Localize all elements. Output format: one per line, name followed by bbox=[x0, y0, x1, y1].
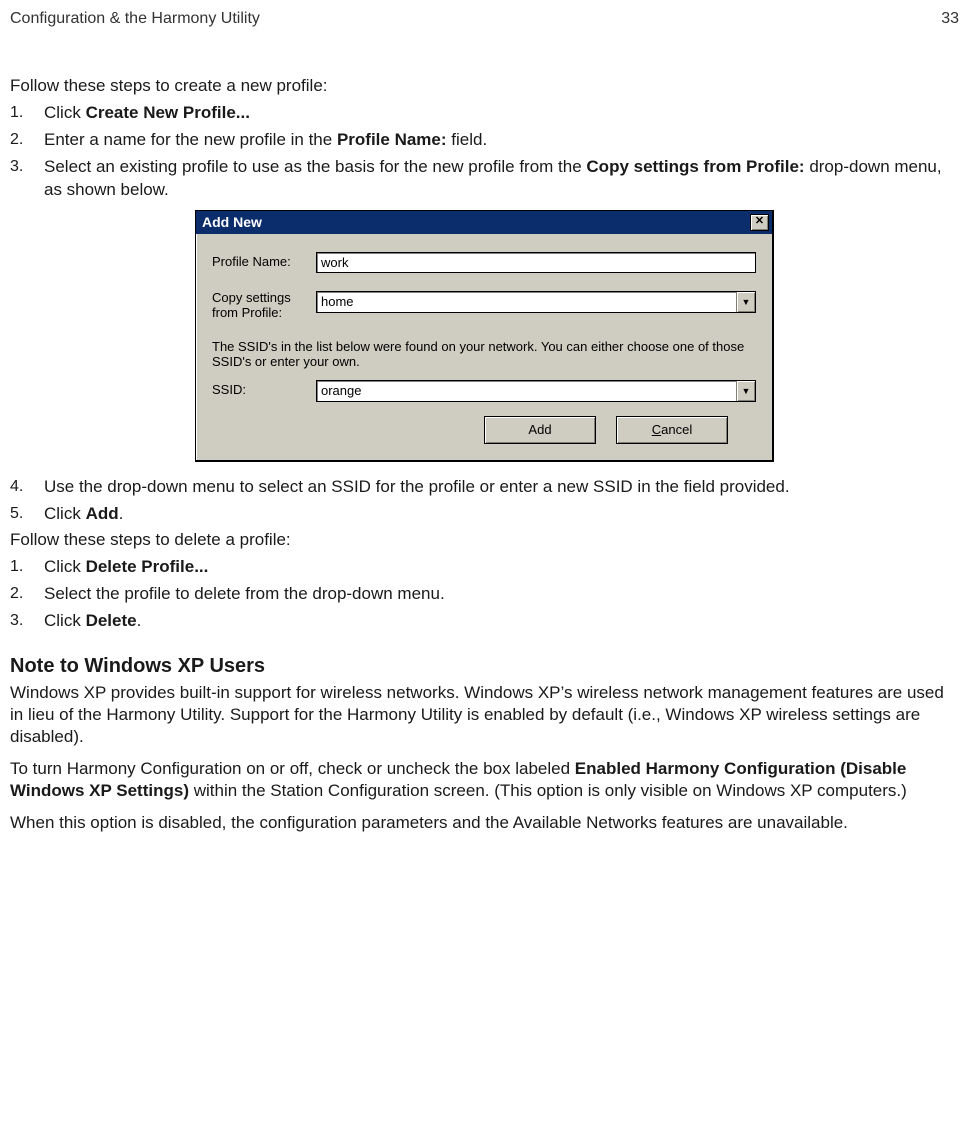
cancel-button-accel: C bbox=[652, 422, 661, 437]
step-text: Select the profile to delete from the dr… bbox=[44, 584, 445, 603]
cancel-button-label: ancel bbox=[661, 422, 692, 437]
add-button[interactable]: Add bbox=[484, 416, 596, 444]
add-new-dialog: Add New ✕ Profile Name: Copy settings fr… bbox=[195, 210, 774, 462]
list-item: Select an existing profile to use as the… bbox=[10, 156, 959, 202]
copy-settings-select[interactable]: home ▼ bbox=[316, 291, 756, 313]
step-text: Click bbox=[44, 504, 86, 523]
close-icon[interactable]: ✕ bbox=[750, 214, 769, 231]
profile-name-label: Profile Name: bbox=[212, 255, 316, 270]
chevron-down-icon[interactable]: ▼ bbox=[736, 381, 755, 401]
step-text: Click bbox=[44, 103, 86, 122]
step-text: . bbox=[137, 611, 142, 630]
chevron-down-icon[interactable]: ▼ bbox=[736, 292, 755, 312]
list-item: Enter a name for the new profile in the … bbox=[10, 129, 959, 152]
profile-name-input[interactable] bbox=[316, 252, 756, 273]
step-text: Use the drop-down menu to select an SSID… bbox=[44, 477, 790, 496]
step-text: . bbox=[119, 504, 124, 523]
step-bold: Profile Name: bbox=[337, 130, 447, 149]
step-text: field. bbox=[447, 130, 488, 149]
intro-create-profile: Follow these steps to create a new profi… bbox=[10, 76, 959, 96]
ssid-label: SSID: bbox=[212, 383, 316, 398]
xp-note-p2: To turn Harmony Configuration on or off,… bbox=[10, 758, 959, 802]
list-item: Click Add. bbox=[10, 503, 959, 526]
ssid-help-text: The SSID's in the list below were found … bbox=[212, 339, 756, 370]
list-item: Click Delete Profile... bbox=[10, 556, 959, 579]
delete-profile-steps: Click Delete Profile... Select the profi… bbox=[10, 556, 959, 633]
running-header: Configuration & the Harmony Utility 33 bbox=[10, 10, 959, 28]
create-profile-steps: Click Create New Profile... Enter a name… bbox=[10, 102, 959, 202]
list-item: Use the drop-down menu to select an SSID… bbox=[10, 476, 959, 499]
step-bold: Delete Profile... bbox=[86, 557, 209, 576]
list-item: Click Create New Profile... bbox=[10, 102, 959, 125]
dialog-screenshot: Add New ✕ Profile Name: Copy settings fr… bbox=[10, 210, 959, 462]
copy-settings-value: home bbox=[317, 292, 736, 312]
list-item: Click Delete. bbox=[10, 610, 959, 633]
create-profile-steps-cont: Use the drop-down menu to select an SSID… bbox=[10, 476, 959, 526]
xp-note-p1: Windows XP provides built-in support for… bbox=[10, 682, 959, 748]
cancel-button[interactable]: Cancel bbox=[616, 416, 728, 444]
xp-p2-post: within the Station Configuration screen.… bbox=[189, 781, 907, 800]
step-text: Click bbox=[44, 611, 86, 630]
list-item: Select the profile to delete from the dr… bbox=[10, 583, 959, 606]
step-bold: Create New Profile... bbox=[86, 103, 250, 122]
add-button-label: Add bbox=[528, 422, 551, 437]
copy-settings-label: Copy settings from Profile: bbox=[212, 291, 316, 321]
xp-note-heading: Note to Windows XP Users bbox=[10, 655, 959, 678]
dialog-title-text: Add New bbox=[202, 214, 262, 230]
xp-p2-pre: To turn Harmony Configuration on or off,… bbox=[10, 759, 575, 778]
header-section-title: Configuration & the Harmony Utility bbox=[10, 10, 260, 28]
step-text: Click bbox=[44, 557, 86, 576]
step-text: Select an existing profile to use as the… bbox=[44, 157, 586, 176]
intro-delete-profile: Follow these steps to delete a profile: bbox=[10, 530, 959, 550]
dialog-titlebar: Add New ✕ bbox=[196, 211, 772, 234]
step-bold: Copy settings from Profile: bbox=[586, 157, 804, 176]
step-bold: Add bbox=[86, 504, 119, 523]
ssid-value: orange bbox=[317, 381, 736, 401]
ssid-select[interactable]: orange ▼ bbox=[316, 380, 756, 402]
step-bold: Delete bbox=[86, 611, 137, 630]
xp-note-p3: When this option is disabled, the config… bbox=[10, 812, 959, 834]
step-text: Enter a name for the new profile in the bbox=[44, 130, 337, 149]
header-page-number: 33 bbox=[941, 10, 959, 28]
